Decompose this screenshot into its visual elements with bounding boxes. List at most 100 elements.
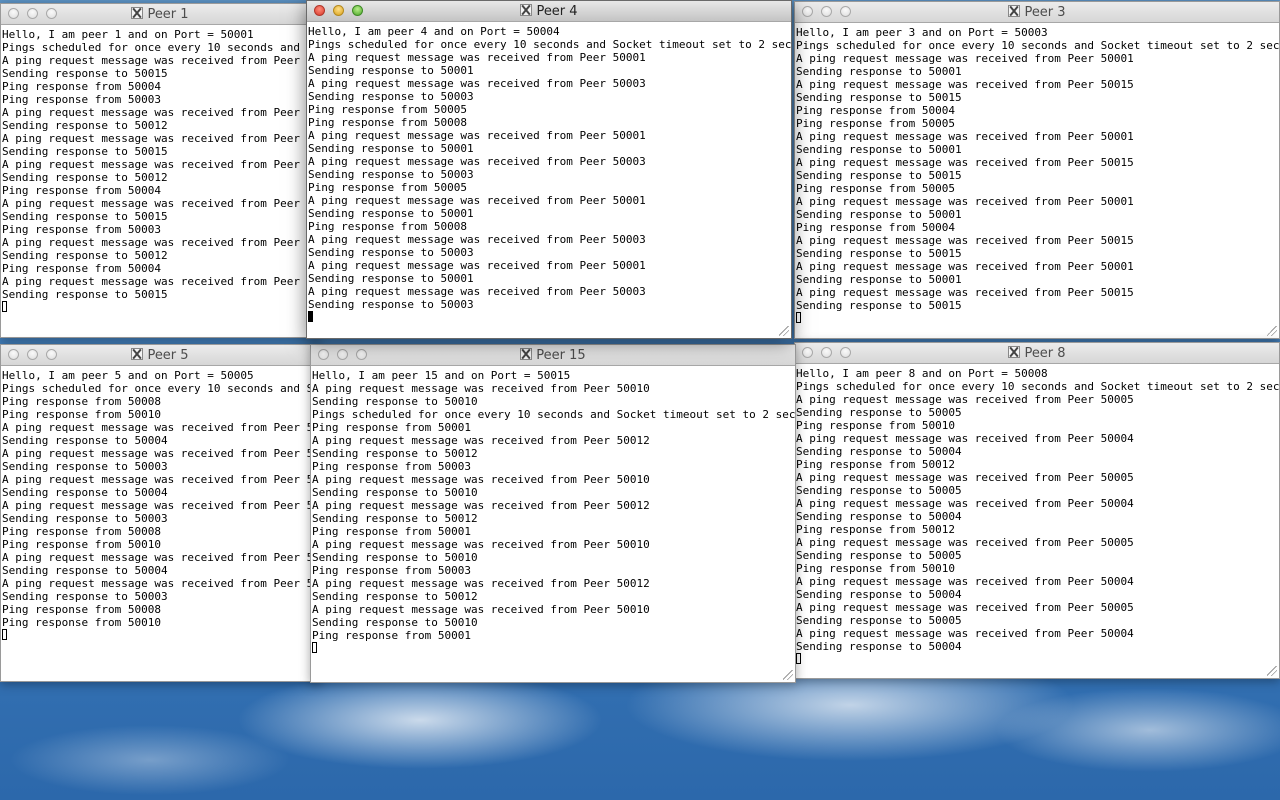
terminal-line: Pings scheduled for once every 10 second… [312,408,795,421]
terminal-line: Ping response from 50004 [2,80,161,93]
terminal-line: A ping request message was received from… [796,393,1134,406]
terminal-window-peer-1[interactable]: Peer 1 Hello, I am peer 1 and on Port = … [0,3,320,338]
terminal-line: Ping response from 50003 [2,223,161,236]
terminal-line: A ping request message was received from… [308,285,646,298]
terminal-line: Sending response to 50010 [312,616,478,629]
terminal-line: Sending response to 50015 [796,91,962,104]
terminal-line: A ping request message was received from… [312,538,650,551]
terminal-line: A ping request message was received from… [2,106,319,119]
terminal-prompt-line [796,312,1279,325]
terminal-line: Sending response to 50003 [308,246,474,259]
terminal-line: A ping request message was received from… [2,236,319,249]
terminal-line: A ping request message was received from… [308,51,646,64]
terminal-line: Sending response to 50004 [796,640,962,653]
terminal-line: Sending response to 50012 [312,512,478,525]
terminal-line: Sending response to 50005 [796,549,962,562]
terminal-line: A ping request message was received from… [308,155,646,168]
terminal-output[interactable]: Hello, I am peer 3 and on Port = 50003 Pi… [795,23,1279,338]
terminal-output[interactable]: Hello, I am peer 1 and on Port = 50001 Pi… [1,25,319,337]
terminal-line: A ping request message was received from… [308,77,646,90]
terminal-line: Ping response from 50010 [2,538,161,551]
terminal-line: A ping request message was received from… [2,197,319,210]
terminal-output[interactable]: Hello, I am peer 4 and on Port = 50004 Pi… [307,22,791,338]
terminal-line: A ping request message was received from… [2,447,319,460]
terminal-line: A ping request message was received from… [308,129,646,142]
window-titlebar[interactable]: Peer 8 [795,343,1279,364]
terminal-prompt-line [796,653,1279,666]
terminal-window-peer-15[interactable]: Peer 15 Hello, I am peer 15 and on Port … [310,344,796,683]
terminal-line: A ping request message was received from… [312,577,650,590]
terminal-line: Hello, I am peer 3 and on Port = 50003 [796,26,1048,39]
terminal-line: Ping response from 50004 [2,262,161,275]
terminal-line: Ping response from 50008 [308,116,467,129]
window-titlebar[interactable]: Peer 15 [311,345,795,366]
terminal-line: Sending response to 50001 [308,64,474,77]
terminal-line: A ping request message was received from… [2,577,319,590]
resize-grip[interactable] [1267,326,1277,336]
window-titlebar[interactable]: Peer 3 [795,2,1279,23]
terminal-line: Sending response to 50010 [312,486,478,499]
terminal-line: Sending response to 50010 [312,395,478,408]
terminal-line: Sending response to 50003 [2,590,168,603]
x11-icon [1008,346,1021,358]
window-title-text: Peer 15 [536,348,586,363]
terminal-line: Sending response to 50001 [796,273,962,286]
window-titlebar[interactable]: Peer 5 [1,345,319,366]
terminal-line: A ping request message was received from… [312,499,650,512]
terminal-line: A ping request message was received from… [796,156,1134,169]
resize-grip[interactable] [779,326,789,336]
window-titlebar[interactable]: Peer 1 [1,4,319,25]
terminal-line: Sending response to 50001 [308,272,474,285]
terminal-line: Sending response to 50015 [796,169,962,182]
terminal-line: Hello, I am peer 15 and on Port = 50015 [312,369,571,382]
terminal-line: A ping request message was received from… [796,78,1134,91]
resize-grip[interactable] [1267,666,1277,676]
terminal-line: Sending response to 50015 [2,67,168,80]
terminal-line: Ping response from 50003 [312,564,471,577]
terminal-line: Ping response from 50008 [2,525,161,538]
terminal-output[interactable]: Hello, I am peer 5 and on Port = 50005 Pi… [1,366,319,681]
window-titlebar[interactable]: Peer 4 [307,1,791,22]
terminal-line: Sending response to 50004 [2,486,168,499]
terminal-line: A ping request message was received from… [308,233,646,246]
terminal-line: A ping request message was received from… [2,551,319,564]
terminal-line: Sending response to 50003 [2,460,168,473]
window-title-text: Peer 5 [147,348,189,363]
terminal-window-peer-3[interactable]: Peer 3 Hello, I am peer 3 and on Port = … [794,1,1280,339]
terminal-output[interactable]: Hello, I am peer 8 and on Port = 50008 Pi… [795,364,1279,678]
terminal-line: Ping response from 50012 [796,523,955,536]
terminal-line: Sending response to 50001 [796,65,962,78]
terminal-line: A ping request message was received from… [796,52,1134,65]
terminal-line: Pings scheduled for once every 10 second… [308,38,791,51]
terminal-prompt-line [2,301,319,314]
terminal-line: Sending response to 50004 [796,588,962,601]
terminal-line: A ping request message was received from… [796,260,1134,273]
terminal-line: A ping request message was received from… [312,473,650,486]
terminal-line: Ping response from 50008 [2,603,161,616]
terminal-line: A ping request message was received from… [796,627,1134,640]
x11-icon [520,348,533,360]
terminal-line: A ping request message was received from… [796,234,1134,247]
x11-icon [131,348,144,360]
text-cursor [796,653,801,664]
terminal-line: Ping response from 50003 [2,93,161,106]
resize-grip[interactable] [783,670,793,680]
terminal-prompt-line [2,629,319,642]
terminal-window-peer-8[interactable]: Peer 8 Hello, I am peer 8 and on Port = … [794,342,1280,679]
terminal-prompt-line [308,311,791,324]
terminal-line: A ping request message was received from… [312,382,650,395]
text-cursor [312,642,317,653]
terminal-line: Ping response from 50010 [796,562,955,575]
terminal-line: A ping request message was received from… [2,132,319,145]
terminal-line: A ping request message was received from… [2,473,319,486]
terminal-line: Ping response from 50005 [308,181,467,194]
terminal-window-peer-5[interactable]: Peer 5 Hello, I am peer 5 and on Port = … [0,344,320,682]
terminal-line: A ping request message was received from… [2,158,319,171]
terminal-line: Sending response to 50012 [312,590,478,603]
terminal-line: Sending response to 50015 [2,210,168,223]
terminal-line: Ping response from 50004 [2,184,161,197]
terminal-output[interactable]: Hello, I am peer 15 and on Port = 50015 A… [311,366,795,682]
terminal-line: Sending response to 50010 [312,551,478,564]
terminal-window-peer-4[interactable]: Peer 4 Hello, I am peer 4 and on Port = … [306,0,792,339]
terminal-line: Ping response from 50008 [308,220,467,233]
